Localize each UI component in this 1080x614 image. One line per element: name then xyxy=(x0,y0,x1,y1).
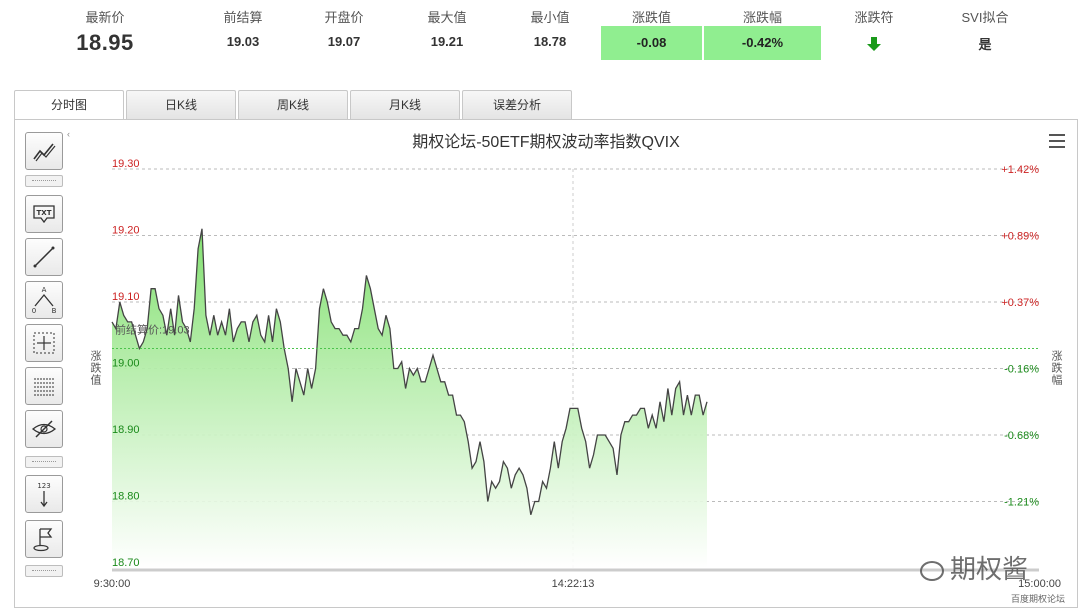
stat-latest-price: 最新价 18.95 xyxy=(60,0,150,60)
stat-change-sign: 涨跌符 xyxy=(829,0,919,60)
y-tick-label: 19.30 xyxy=(112,158,140,170)
y-tick-label: 18.90 xyxy=(112,424,140,436)
stat-label: 涨跌符 xyxy=(854,10,894,25)
x-tick-label: 9:30:00 xyxy=(94,578,131,590)
stat-open: 开盘价 19.07 xyxy=(299,0,389,60)
chart-panel: ‹ TXT A 0 B 123 期权论坛-50ETF期权波动率指数QVIX 涨跌… xyxy=(14,119,1078,608)
stat-value: -0.08 xyxy=(636,35,667,50)
y-tick-label: 19.10 xyxy=(112,291,140,303)
stat-label: 涨跌幅 xyxy=(742,10,782,25)
tab-daily-k[interactable]: 日K线 xyxy=(126,90,236,119)
stat-value: 18.95 xyxy=(76,30,134,55)
stat-label: 开盘价 xyxy=(324,10,364,25)
stat-label: 最新价 xyxy=(85,10,125,25)
tab-error-analysis[interactable]: 误差分析 xyxy=(462,90,572,119)
stat-prev-settle: 前结算 19.03 xyxy=(198,0,288,60)
tab-monthly-k[interactable]: 月K线 xyxy=(350,90,460,119)
stat-value: 19.07 xyxy=(327,34,361,49)
right-tick-label: -0.16% xyxy=(1004,364,1039,376)
right-tick-label: -1.21% xyxy=(1004,497,1039,509)
stat-change: 涨跌值 -0.08 xyxy=(601,0,702,60)
right-tick-label: -0.68% xyxy=(1004,430,1039,442)
right-tick-label: +1.42% xyxy=(1001,164,1039,176)
area-fill xyxy=(112,228,707,569)
y-tick-label: 19.00 xyxy=(112,358,140,370)
stat-value: 18.78 xyxy=(533,34,567,49)
stat-label: SVI拟合 xyxy=(961,10,1009,25)
right-tick-label: +0.89% xyxy=(1001,231,1039,243)
stat-value: 是 xyxy=(978,37,992,52)
tab-intraday[interactable]: 分时图 xyxy=(14,90,124,120)
stat-label: 涨跌值 xyxy=(631,10,671,25)
stat-label: 最大值 xyxy=(427,10,467,25)
stat-change-pct: 涨跌幅 -0.42% xyxy=(704,0,821,60)
x-tick-label: 14:22:13 xyxy=(552,578,595,590)
watermark-text: 期权酱 xyxy=(950,554,1029,584)
down-arrow-icon xyxy=(867,37,881,51)
right-tick-label: +0.37% xyxy=(1001,297,1039,309)
stat-svi-fit: SVI拟合 是 xyxy=(940,0,1030,60)
site-credit: 百度期权论坛 xyxy=(1010,594,1065,604)
wechat-icon xyxy=(920,561,944,582)
stat-label: 最小值 xyxy=(530,10,570,25)
stat-value: -0.42% xyxy=(741,35,784,50)
y-tick-label: 19.20 xyxy=(112,225,140,237)
qvix-intraday-chart[interactable]: 19.30 19.20 19.10 19.00 18.90 18.80 18.70 +1.42… xyxy=(15,120,1077,607)
stats-header: 最新价 18.95 前结算 19.03 开盘价 19.07 最大值 19.21 … xyxy=(0,0,1080,64)
tab-weekly-k[interactable]: 周K线 xyxy=(238,90,348,119)
prev-settle-label: 前结算价:19.03 xyxy=(115,323,190,337)
stat-value: 19.03 xyxy=(226,34,260,49)
y-tick-label: 18.80 xyxy=(112,491,140,503)
y-tick-label: 18.70 xyxy=(112,557,140,569)
stat-max: 最大值 19.21 xyxy=(402,0,492,60)
watermark: 期权酱 xyxy=(920,549,1028,586)
stat-value: 19.21 xyxy=(430,34,464,49)
stat-label: 前结算 xyxy=(223,10,263,25)
stat-min: 最小值 18.78 xyxy=(505,0,595,60)
